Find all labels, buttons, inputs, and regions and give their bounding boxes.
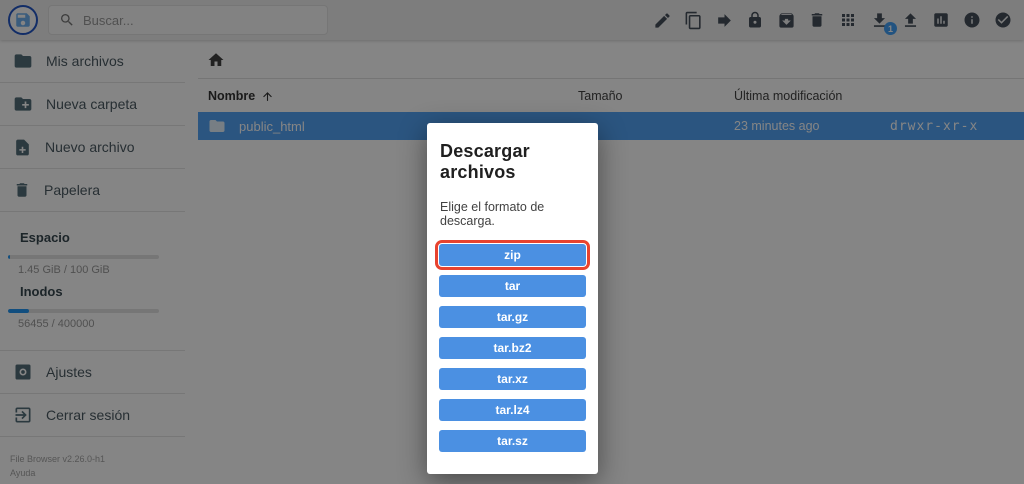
- format-button-tar-xz[interactable]: tar.xz: [439, 368, 586, 390]
- format-button-tar-lz4[interactable]: tar.lz4: [439, 399, 586, 421]
- format-button-zip[interactable]: zip: [435, 240, 590, 270]
- format-button-tar-bz2[interactable]: tar.bz2: [439, 337, 586, 359]
- dialog-title: Descargar archivos: [440, 141, 530, 182]
- format-button-tar[interactable]: tar: [439, 275, 586, 297]
- format-button-tar-gz[interactable]: tar.gz: [439, 306, 586, 328]
- download-dialog: Descargar archivos Elige el formato de d…: [427, 123, 598, 474]
- format-button-tar-sz[interactable]: tar.sz: [439, 430, 586, 452]
- dialog-subtitle: Elige el formato de descarga.: [440, 200, 545, 228]
